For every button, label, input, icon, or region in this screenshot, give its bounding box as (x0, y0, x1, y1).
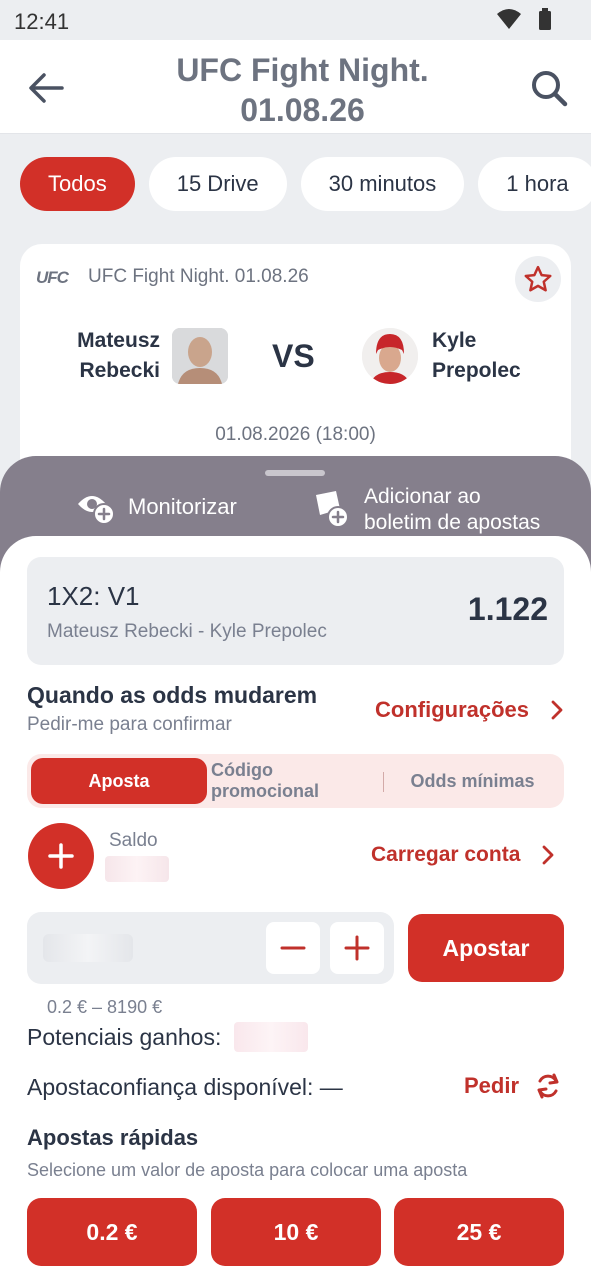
sheet-drag-handle[interactable] (265, 470, 325, 476)
player2-first-name: Kyle (432, 329, 477, 352)
filter-chip-todos[interactable]: Todos (20, 157, 135, 211)
quick-bet-button-3[interactable]: 25 € (394, 1198, 564, 1266)
filter-chips: Todos 15 Drive 30 minutos 1 hora (20, 157, 591, 211)
balance-value-hidden (105, 856, 169, 882)
quick-bets-subtitle: Selecione um valor de aposta para coloca… (27, 1160, 468, 1180)
filter-chip-15-drive[interactable]: 15 Drive (148, 157, 287, 211)
stake-decrease-button[interactable] (266, 922, 320, 974)
settings-link[interactable]: Configurações (375, 697, 563, 723)
stake-range: 0.2 € – 8190 € (47, 997, 163, 1017)
favorite-button[interactable] (515, 256, 561, 302)
monitor-label: Monitorizar (128, 494, 237, 519)
stake-increase-button[interactable] (330, 922, 384, 974)
tab-odds-minimas[interactable]: Odds mínimas (385, 758, 560, 804)
app-header: UFC Fight Night. 01.08.26 (0, 40, 591, 134)
quick-bets-title: Apostas rápidas (27, 1125, 199, 1150)
search-icon[interactable] (529, 68, 569, 108)
filter-chip-1-hora[interactable]: 1 hora (478, 157, 591, 211)
selected-bet: 1X2: V1 Mateusz Rebecki - Kyle Prepolec … (27, 557, 564, 665)
balance-label: Saldo (109, 830, 158, 851)
battery-icon (539, 8, 551, 30)
add-to-betslip-label-line2: boletim de apostas (364, 511, 541, 534)
ask-label: Pedir (464, 1073, 520, 1098)
place-bet-button[interactable]: Apostar (408, 914, 564, 982)
trust-bet-label: Apostaconfiança disponível: — (27, 1074, 343, 1100)
add-to-betslip-button[interactable]: Adicionar ao boletim de apostas (310, 484, 540, 536)
potential-winnings-value-hidden (234, 1022, 308, 1052)
add-to-betslip-label: Adicionar ao boletim de apostas (364, 484, 540, 536)
chevron-right-icon (551, 700, 563, 720)
load-account-link[interactable]: Carregar conta (371, 843, 554, 867)
player1-avatar (172, 328, 228, 384)
player2-name: Kyle Prepolec (432, 326, 552, 386)
player1-first-name: Mateusz (77, 329, 160, 352)
refresh-icon (537, 1073, 559, 1099)
bet-type-tabs: Aposta Código promocional Odds mínimas (27, 754, 564, 808)
minus-icon (280, 946, 306, 950)
eye-plus-icon (78, 496, 115, 525)
chevron-right-icon (542, 845, 554, 865)
odds-change-title: Quando as odds mudarem (27, 682, 318, 708)
potential-winnings-label: Potenciais ganhos: (27, 1024, 222, 1050)
plus-icon (48, 843, 74, 869)
quick-bet-button-1[interactable]: 0.2 € (27, 1198, 197, 1266)
ask-trust-bet-button[interactable]: Pedir (464, 1072, 561, 1100)
star-icon (524, 265, 552, 292)
quick-bet-button-2[interactable]: 10 € (211, 1198, 381, 1266)
bet-match: Mateusz Rebecki - Kyle Prepolec (47, 621, 327, 642)
vs-label: VS (272, 338, 315, 374)
odds-change-subtitle: Pedir-me para confirmar (27, 714, 232, 735)
player1-last-name: Rebecki (79, 359, 160, 382)
add-to-betslip-label-line1: Adicionar ao (364, 485, 481, 508)
tab-divider (383, 772, 384, 792)
settings-label: Configurações (375, 697, 530, 722)
bet-odd: 1.122 (467, 591, 548, 627)
tab-aposta[interactable]: Aposta (31, 758, 207, 804)
status-time: 12:41 (14, 9, 70, 34)
event-card[interactable]: UFC UFC Fight Night. 01.08.26 Mateusz Re… (20, 244, 571, 484)
page-title: UFC Fight Night. 01.08.26 (120, 50, 485, 130)
tab-codigo-promocional[interactable]: Código promocional (211, 758, 381, 804)
add-funds-button[interactable] (28, 823, 94, 889)
player2-avatar (362, 328, 418, 384)
wifi-icon (497, 9, 521, 29)
event-date: 01.08.2026 (18:00) (215, 424, 376, 445)
player2-last-name: Prepolec (432, 359, 521, 382)
ufc-logo: UFC (36, 268, 69, 287)
stake-value-hidden (43, 934, 133, 962)
filter-chip-30-minutos[interactable]: 30 minutos (300, 157, 465, 211)
back-arrow-icon[interactable] (26, 68, 66, 108)
page-title-line1: UFC Fight Night. (176, 52, 429, 88)
plus-icon (344, 935, 370, 961)
player1-name: Mateusz Rebecki (70, 326, 160, 386)
ticket-plus-icon (316, 491, 349, 528)
page-title-line2: 01.08.26 (240, 92, 365, 128)
event-league: UFC Fight Night. 01.08.26 (88, 266, 309, 287)
load-account-label: Carregar conta (371, 843, 521, 866)
stake-input[interactable] (27, 912, 394, 984)
status-bar: 12:41 (0, 0, 591, 40)
monitor-button[interactable]: Monitorizar (76, 488, 237, 526)
bet-market: 1X2: V1 (47, 581, 140, 611)
